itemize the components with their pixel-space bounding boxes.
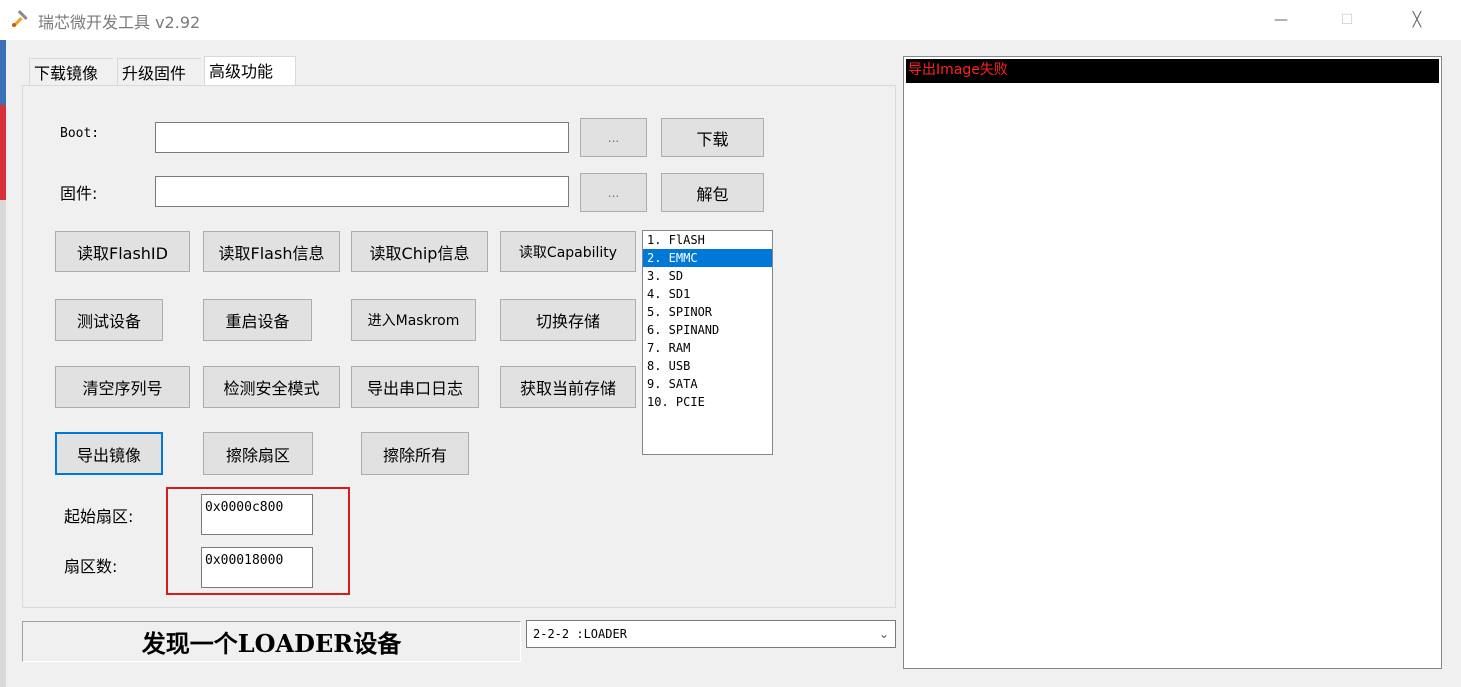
close-button[interactable]: ╳ xyxy=(1394,0,1440,40)
boot-path-input[interactable] xyxy=(155,122,569,153)
export-image-button[interactable]: 导出镜像 xyxy=(55,432,163,475)
check-secure-mode-button[interactable]: 检测安全模式 xyxy=(203,366,340,408)
storage-list-item[interactable]: 2. EMMC xyxy=(643,249,772,267)
storage-list-item[interactable]: 10. PCIE xyxy=(643,393,772,411)
read-capability-button[interactable]: 读取Capability xyxy=(500,231,636,272)
tab-upgrade-firmware[interactable]: 升级固件 xyxy=(117,58,201,86)
firmware-label: 固件: xyxy=(60,184,98,203)
minimize-icon: — xyxy=(1274,12,1288,28)
read-flash-info-label: 读取Flash信息 xyxy=(218,243,325,263)
read-flash-info-button[interactable]: 读取Flash信息 xyxy=(203,231,340,272)
storage-list-item[interactable]: 5. SPINOR xyxy=(643,303,772,321)
storage-list-item[interactable]: 1. FlASH xyxy=(643,231,772,249)
read-flash-id-button[interactable]: 读取FlashID xyxy=(55,231,190,272)
get-current-storage-button[interactable]: 获取当前存储 xyxy=(500,366,636,408)
device-select[interactable]: 2-2-2 :LOADER ⌄ xyxy=(526,620,896,648)
storage-list-item[interactable]: 3. SD xyxy=(643,267,772,285)
boot-download-button[interactable]: 下载 xyxy=(661,118,764,157)
firmware-path-input[interactable] xyxy=(155,176,569,207)
storage-listbox[interactable]: 1. FlASH 2. EMMC 3. SD 4. SD1 5. SPINOR 6. SP… xyxy=(642,230,773,455)
firmware-browse-button[interactable]: ... xyxy=(580,173,647,212)
device-select-value: 2-2-2 :LOADER xyxy=(533,627,627,641)
read-capability-label: 读取Capability xyxy=(518,244,618,261)
export-serial-log-button[interactable]: 导出串口日志 xyxy=(351,366,479,408)
tab-download-image[interactable]: 下载镜像 xyxy=(29,58,113,86)
device-status: 发现一个LOADER设备 xyxy=(22,621,521,662)
reboot-device-button[interactable]: 重启设备 xyxy=(203,299,312,341)
read-chip-info-button[interactable]: 读取Chip信息 xyxy=(351,231,488,272)
storage-list-item[interactable]: 6. SPINAND xyxy=(643,321,772,339)
storage-list-item[interactable]: 4. SD1 xyxy=(643,285,772,303)
boot-label: Boot: xyxy=(60,126,100,141)
title-bar: 瑞芯微开发工具 v2.92 — ☐ ╳ xyxy=(0,0,1461,40)
close-icon: ╳ xyxy=(1412,12,1422,28)
erase-sectors-button[interactable]: 擦除扇区 xyxy=(203,432,313,475)
tab-advanced[interactable]: 高级功能 xyxy=(204,56,296,85)
maximize-button[interactable]: ☐ xyxy=(1324,0,1370,40)
test-device-button[interactable]: 测试设备 xyxy=(55,299,163,341)
maximize-icon: ☐ xyxy=(1340,12,1354,28)
clear-serial-button[interactable]: 清空序列号 xyxy=(55,366,190,408)
minimize-button[interactable]: — xyxy=(1258,0,1304,40)
storage-list-item[interactable]: 7. RAM xyxy=(643,339,772,357)
storage-list-item[interactable]: 8. USB xyxy=(643,357,772,375)
boot-browse-button[interactable]: ... xyxy=(580,118,647,157)
read-flash-id-label: 读取FlashID xyxy=(77,243,168,263)
window-title: 瑞芯微开发工具 v2.92 xyxy=(38,13,201,32)
log-line: 导出Image失败 xyxy=(906,59,1439,83)
enter-maskrom-button[interactable]: 进入Maskrom xyxy=(351,299,476,341)
background-window-edge xyxy=(0,40,6,687)
storage-list-item[interactable]: 9. SATA xyxy=(643,375,772,393)
tools-icon xyxy=(10,9,30,29)
switch-storage-button[interactable]: 切换存储 xyxy=(500,299,636,341)
erase-all-button[interactable]: 擦除所有 xyxy=(361,432,469,475)
sector-count-label: 扇区数: xyxy=(64,557,118,576)
log-panel[interactable]: 导出Image失败 xyxy=(903,56,1442,669)
annotation-highlight-box xyxy=(166,487,350,595)
read-chip-info-label: 读取Chip信息 xyxy=(369,243,470,263)
firmware-unpack-button[interactable]: 解包 xyxy=(661,173,764,212)
start-sector-label: 起始扇区: xyxy=(64,507,134,526)
chevron-down-icon[interactable]: ⌄ xyxy=(879,621,889,647)
